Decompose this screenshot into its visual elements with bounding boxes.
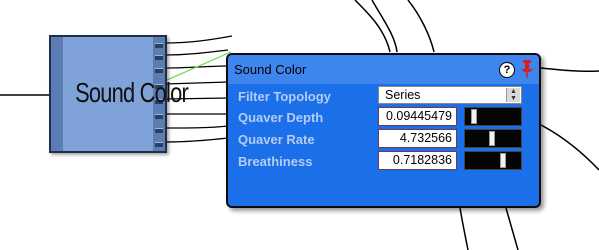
breathiness-slider[interactable] [464,151,522,170]
output-port[interactable] [155,43,163,48]
wire [505,207,519,250]
filter-topology-label: Filter Topology [238,89,331,104]
slider-knob[interactable] [488,131,495,146]
help-icon[interactable]: ? [499,62,515,78]
output-port[interactable] [155,128,163,133]
panel-header[interactable]: Sound Color ? [228,55,539,84]
wire [540,67,599,72]
sound-color-panel[interactable]: Sound Color ? Filter Topology Series ▲ ▼ … [226,53,541,208]
slider-knob[interactable] [470,109,477,124]
quaver-depth-field[interactable]: 0.09445479 [378,107,457,126]
wire [371,0,398,53]
wire [164,137,229,143]
patch-canvas[interactable]: Sound Color Sound Color ? Filter Topolog… [0,0,599,250]
wire [164,49,229,56]
pin-icon[interactable] [520,60,534,78]
breathiness-field[interactable]: 0.7182836 [378,151,457,170]
quaver-depth-label: Quaver Depth [238,110,324,125]
node-input-bar [51,37,63,151]
quaver-rate-slider[interactable] [464,129,522,148]
output-port[interactable] [155,55,163,60]
panel-title: Sound Color [234,62,307,77]
wire [354,0,391,53]
quaver-depth-slider[interactable] [464,107,522,126]
breathiness-label: Breathiness [238,154,313,169]
filter-topology-value: Series [385,88,421,102]
wire [540,124,599,171]
quaver-rate-label: Quaver Rate [238,132,315,147]
wire [407,0,435,53]
wire [164,125,229,129]
quaver-rate-field[interactable]: 4.732566 [378,129,457,148]
node-title: Sound Color [75,77,189,108]
output-port[interactable] [155,68,163,73]
wire [459,207,469,250]
slider-knob[interactable] [500,153,507,168]
filter-topology-select[interactable]: Series ▲ ▼ [378,86,522,104]
select-stepper-icon[interactable]: ▲ ▼ [506,88,520,102]
sound-color-node[interactable]: Sound Color [49,35,189,153]
wire [164,35,233,44]
output-port[interactable] [155,142,163,147]
output-port[interactable] [155,114,163,119]
